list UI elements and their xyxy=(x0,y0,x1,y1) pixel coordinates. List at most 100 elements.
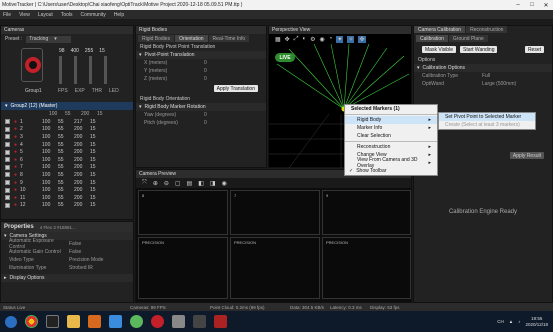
camera-row[interactable]: ● 12 100 55 200 15 xyxy=(1,202,133,210)
view-tool-icon[interactable]: ◔ xyxy=(329,36,333,42)
mask-visible-button[interactable]: Mask Visible xyxy=(422,46,456,53)
tab-ground-plane[interactable]: Ground Plane xyxy=(448,35,488,42)
zoom-icon[interactable]: ⊕ xyxy=(153,180,158,187)
maximize-icon[interactable]: □ xyxy=(525,2,539,9)
taskbar-app[interactable] xyxy=(84,311,105,332)
camera-row[interactable]: ● 8 100 55 200 15 xyxy=(1,171,133,179)
taskbar-app[interactable] xyxy=(21,311,42,332)
camera-row[interactable]: ● 5 100 55 200 15 xyxy=(1,148,133,156)
view-tool-icon[interactable]: ▦ xyxy=(275,36,281,43)
field-value[interactable]: 0 xyxy=(204,120,207,126)
menu-view[interactable]: View xyxy=(19,12,30,18)
language-indicator[interactable]: CH xyxy=(497,319,504,324)
taskbar-app[interactable] xyxy=(105,311,126,332)
field-row[interactable]: Calibration Type Full xyxy=(414,72,552,80)
preview-tool-icon[interactable]: ◨ xyxy=(210,180,216,187)
pivot-section[interactable]: ▾ Pivot-Point Translation xyxy=(136,51,266,59)
camera-checkbox[interactable] xyxy=(5,172,10,178)
taskbar-app[interactable] xyxy=(42,311,63,332)
volume-icon[interactable]: ♪ xyxy=(518,319,520,324)
tab-reconstruction[interactable]: Reconstruction xyxy=(466,26,508,33)
taskbar-app[interactable] xyxy=(168,311,189,332)
menu-tools[interactable]: Tools xyxy=(61,12,73,18)
expand-icon[interactable]: ▾ xyxy=(5,103,8,109)
view-tool-icon[interactable]: ✦ xyxy=(336,35,344,43)
preset-select[interactable]: Tracking ▾ xyxy=(26,35,71,43)
menu-item-reconstruction[interactable]: Reconstruction ▸ xyxy=(345,143,437,151)
preview-tool-icon[interactable]: ▢ xyxy=(175,180,181,187)
preview-tool-icon[interactable]: ⤧ xyxy=(142,180,147,187)
camera-row[interactable]: ● 6 100 55 200 15 xyxy=(1,156,133,164)
field-value[interactable]: Full xyxy=(482,73,490,79)
camera-checkbox[interactable] xyxy=(5,126,10,132)
slider-group[interactable] xyxy=(59,56,107,84)
zoom-out-icon[interactable]: ⊖ xyxy=(164,180,169,187)
tab-real-time-info[interactable]: Real-Time Info xyxy=(208,35,250,42)
menu-file[interactable]: File xyxy=(3,12,11,18)
camera-row[interactable]: ● 3 100 55 200 15 xyxy=(1,133,133,141)
camera-checkbox[interactable] xyxy=(5,157,10,163)
close-icon[interactable]: ✕ xyxy=(539,2,553,9)
field-value[interactable]: 0 xyxy=(204,76,207,82)
camera-checkbox[interactable] xyxy=(5,164,10,170)
taskbar-app[interactable] xyxy=(63,311,84,332)
reset-button[interactable]: Reset xyxy=(524,46,544,53)
field-row[interactable]: Yaw (degrees) 0 xyxy=(136,111,266,119)
property-row[interactable]: Video Type Precision Mode xyxy=(1,256,133,264)
view-tool-icon[interactable]: ⚙ xyxy=(310,36,315,43)
camera-row[interactable]: ● 9 100 55 200 15 xyxy=(1,179,133,187)
camera-row[interactable]: ● 2 100 55 200 15 xyxy=(1,126,133,134)
camera-checkbox[interactable] xyxy=(5,119,10,125)
menu-item-set-pivot[interactable]: Set Pivot Point to Selected Marker xyxy=(439,113,535,121)
calibration-options-section[interactable]: ▾ Calibration Options xyxy=(414,64,552,72)
network-icon[interactable]: ▲ xyxy=(509,319,513,324)
display-options-section[interactable]: ▸ Display Options xyxy=(1,274,133,282)
property-row[interactable]: Automatic Exposure Control False xyxy=(1,238,133,250)
tab-rigid-bodies[interactable]: Rigid Bodies xyxy=(138,35,175,42)
view-tool-icon[interactable]: ✧ xyxy=(347,35,355,43)
menu-help[interactable]: Help xyxy=(114,12,124,18)
field-row[interactable]: Z (meters) 0 xyxy=(136,75,266,83)
taskbar-app[interactable] xyxy=(210,311,231,332)
camera-row[interactable]: ● 4 100 55 200 15 xyxy=(1,141,133,149)
view-tool-icon[interactable]: ✥ xyxy=(285,36,290,43)
camera-row[interactable]: ● 10 100 55 200 15 xyxy=(1,186,133,194)
start-button[interactable] xyxy=(0,311,21,332)
menu-community[interactable]: Community xyxy=(81,12,106,18)
menu-item-clear-selection[interactable]: Clear Selection xyxy=(345,132,437,140)
minimize-icon[interactable]: – xyxy=(511,2,525,9)
tab-orientation[interactable]: Orientation xyxy=(175,35,208,42)
camera-row[interactable]: ● 7 100 55 200 15 xyxy=(1,164,133,172)
field-row[interactable]: Y (meters) 0 xyxy=(136,67,266,75)
menu-item-marker-info[interactable]: Marker Info ▸ xyxy=(345,124,437,132)
menu-item-rigid-body[interactable]: Rigid Body ▸ xyxy=(345,116,437,124)
camera-checkbox[interactable] xyxy=(5,134,10,140)
property-row[interactable]: Illumination Type Strobed IR xyxy=(1,264,133,272)
taskbar-app[interactable] xyxy=(126,311,147,332)
rotation-section[interactable]: ▾ Rigid Body Marker Rotation xyxy=(136,103,266,111)
clock-date[interactable]: 2020/12/18 xyxy=(525,322,548,328)
eye-icon[interactable]: ◉ xyxy=(222,180,227,187)
preview-tool-icon[interactable]: ▤ xyxy=(187,180,193,187)
camera-icon[interactable]: ◉ xyxy=(320,36,325,43)
camera-checkbox[interactable] xyxy=(5,202,10,208)
camera-checkbox[interactable] xyxy=(5,180,10,186)
camera-row[interactable]: ● 11 100 55 200 15 xyxy=(1,194,133,202)
tab-calibration[interactable]: Calibration xyxy=(416,35,448,42)
field-row[interactable]: Pitch (degrees) 0 xyxy=(136,119,266,127)
apply-result-button[interactable]: Apply Result xyxy=(509,152,544,159)
start-wanding-button[interactable]: Start Wanding xyxy=(459,46,498,53)
camera-checkbox[interactable] xyxy=(5,142,10,148)
taskbar-app[interactable] xyxy=(147,311,168,332)
menu-layout[interactable]: Layout xyxy=(38,12,53,18)
group-header-row[interactable]: ▾ Group2 (12) (Master) xyxy=(1,102,133,110)
view-tool-icon[interactable]: ◐ xyxy=(303,36,307,42)
preview-tool-icon[interactable]: ◧ xyxy=(198,180,204,187)
field-value[interactable]: 0 xyxy=(204,68,207,74)
field-value[interactable]: Large (500mm) xyxy=(482,81,516,87)
apply-translation-button[interactable]: Apply Translation xyxy=(213,85,258,92)
camera-row[interactable]: ● 1 100 55 217 15 xyxy=(1,118,133,126)
field-value[interactable]: 0 xyxy=(204,112,207,118)
tab-camera-calibration[interactable]: Camera Calibration xyxy=(414,26,466,33)
taskbar-app[interactable] xyxy=(189,311,210,332)
